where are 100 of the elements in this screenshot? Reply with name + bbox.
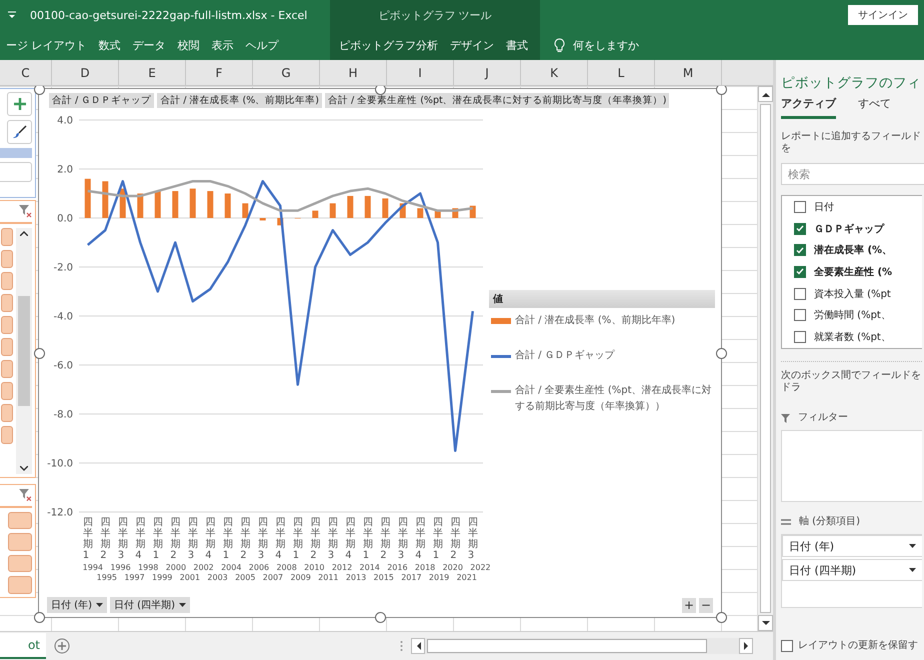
resize-handle[interactable]	[375, 612, 386, 623]
value-field-button[interactable]: 合計 / 潜在成長率 (%、前期比年率)	[157, 93, 322, 108]
window-title: 00100-cao-getsurei-2222gap-full-listm.xlsx - Excel	[30, 8, 308, 22]
resize-handle[interactable]	[34, 612, 45, 623]
tell-me-search[interactable]: 何をしますか	[573, 38, 639, 52]
axis-category-label: 四半期2	[100, 517, 110, 563]
checkbox[interactable]	[794, 200, 806, 213]
pane-tab[interactable]: アクティブ	[781, 96, 836, 119]
column-header[interactable]: D	[52, 60, 119, 85]
axis-tick-label: -10.0	[47, 458, 73, 470]
resize-handle[interactable]	[375, 86, 386, 95]
splitter-handle-icon[interactable]	[400, 640, 403, 652]
axis-category-label: 四半期1	[362, 517, 373, 563]
column-header[interactable]: H	[320, 60, 387, 85]
toolbar-dropdown-icon[interactable]	[8, 11, 16, 19]
chart-bar	[84, 178, 91, 218]
caret-icon	[96, 603, 103, 607]
axis-category-label: 四半期3	[188, 517, 198, 563]
column-header[interactable]: F	[186, 60, 253, 85]
axis-year-label: 2011	[317, 573, 340, 583]
checkbox[interactable]	[794, 309, 806, 322]
axis-year-label: 2001	[178, 573, 202, 583]
axis-year-label: 2021	[456, 573, 478, 583]
column-header[interactable]: C	[0, 60, 52, 85]
column-header[interactable]: L	[588, 60, 655, 85]
axis-year-label: 2000	[164, 563, 188, 573]
expand-collapse-button[interactable]: −	[699, 598, 713, 612]
sign-in-button[interactable]: サインイン	[848, 5, 918, 25]
scrollbar-thumb[interactable]	[427, 639, 707, 653]
chart-bar	[312, 210, 318, 218]
axis-year-label: 1996	[109, 563, 132, 573]
axis-category-label: 四半期3	[328, 517, 338, 563]
axis-year-label: 1999	[151, 573, 174, 583]
column-header[interactable]: G	[253, 60, 320, 85]
chevron-up-icon[interactable]	[20, 231, 28, 236]
column-header[interactable]: K	[521, 60, 588, 85]
pane-tab[interactable]: すべて	[858, 96, 891, 119]
axis-tick-label: -12.0	[47, 508, 73, 517]
scroll-up-button[interactable]	[758, 86, 773, 102]
value-field-button[interactable]: 合計 / 全要素生産性 (%pt、潜在成長率に対する前期比寄与度（年率換算）)	[324, 93, 670, 108]
column-header[interactable]: I	[387, 60, 454, 85]
expand-collapse-button[interactable]: +	[682, 598, 696, 612]
resize-handle[interactable]	[34, 348, 45, 359]
checkbox[interactable]	[794, 244, 806, 256]
axis-year-label: 2016	[386, 563, 409, 573]
axis-year-label: 2008	[275, 563, 298, 573]
scroll-right-button[interactable]	[739, 638, 753, 654]
check-icon	[796, 225, 804, 232]
axis-category-label: 四半期4	[345, 517, 356, 563]
chart-bar	[364, 196, 371, 218]
field-label: 潜在成長率 (%、	[814, 243, 892, 258]
checkbox[interactable]	[794, 331, 806, 344]
checkbox[interactable]	[781, 640, 793, 652]
axis-category-label: 四半期1	[222, 517, 233, 563]
chart-bar	[417, 208, 424, 218]
field-label: 資本投入量 (%pt	[814, 288, 891, 301]
checkbox-label: レイアウトの更新を保留す	[798, 640, 918, 652]
scrollbar-thumb[interactable]	[18, 296, 30, 406]
axis-year-label: 2010	[303, 563, 326, 573]
add-sheet-icon[interactable]	[54, 638, 70, 654]
chevron-down-icon[interactable]	[20, 466, 28, 471]
legend-swatch	[491, 355, 511, 358]
format-button[interactable]	[7, 120, 32, 144]
resize-handle[interactable]	[716, 612, 727, 623]
search-field[interactable]: 検索	[781, 163, 924, 185]
column-header[interactable]: J	[454, 60, 521, 85]
resize-handle[interactable]	[716, 348, 727, 359]
add-button[interactable]	[7, 92, 32, 116]
legend-label: 合計 / 全要素生産性 (%pt、潜在成長率に対する前期比寄与度（年率換算））	[515, 384, 713, 414]
value-field-button[interactable]: 合計 / ＧＤＰギャップ	[49, 93, 154, 108]
axis-category-label: 四半期3	[398, 517, 408, 563]
axis-year-label: 2003	[206, 573, 229, 583]
axis-year-label: 2020	[442, 563, 464, 573]
chevron-left-icon	[416, 642, 420, 650]
scroll-down-button[interactable]	[758, 615, 773, 631]
checkbox[interactable]	[794, 266, 806, 278]
resize-handle[interactable]	[716, 86, 727, 95]
axis-category-label: 四半期1	[292, 517, 303, 563]
sheet-tab[interactable]: ot	[0, 633, 46, 659]
axis-field-button[interactable]: 日付 (年)	[47, 597, 107, 613]
column-header[interactable]: M	[655, 60, 722, 85]
chart-bar	[330, 203, 336, 218]
scrollbar-thumb[interactable]	[760, 104, 771, 613]
scroll-left-button[interactable]	[411, 638, 425, 654]
axis-field-button[interactable]: 日付 (四半期)	[110, 597, 190, 613]
caret-icon	[909, 544, 916, 548]
field-label: ＧＤＰギャップ	[814, 222, 884, 236]
column-header[interactable]: E	[119, 60, 186, 85]
axis-year-label: 2019	[428, 573, 450, 583]
legend-swatch	[491, 318, 511, 324]
chevron-down-icon	[762, 620, 770, 626]
axis-year-label: 2012	[330, 563, 354, 573]
axis-field-item[interactable]: 日付 (四半期)	[782, 559, 922, 581]
area-label: フィルター	[798, 412, 848, 424]
checkbox[interactable]	[794, 222, 806, 235]
resize-handle[interactable]	[34, 86, 45, 95]
checkbox[interactable]	[794, 288, 806, 300]
axis-year-label: 2015	[372, 573, 395, 583]
axis-field-item[interactable]: 日付 (年)	[782, 535, 922, 557]
legend-swatch	[491, 390, 511, 393]
